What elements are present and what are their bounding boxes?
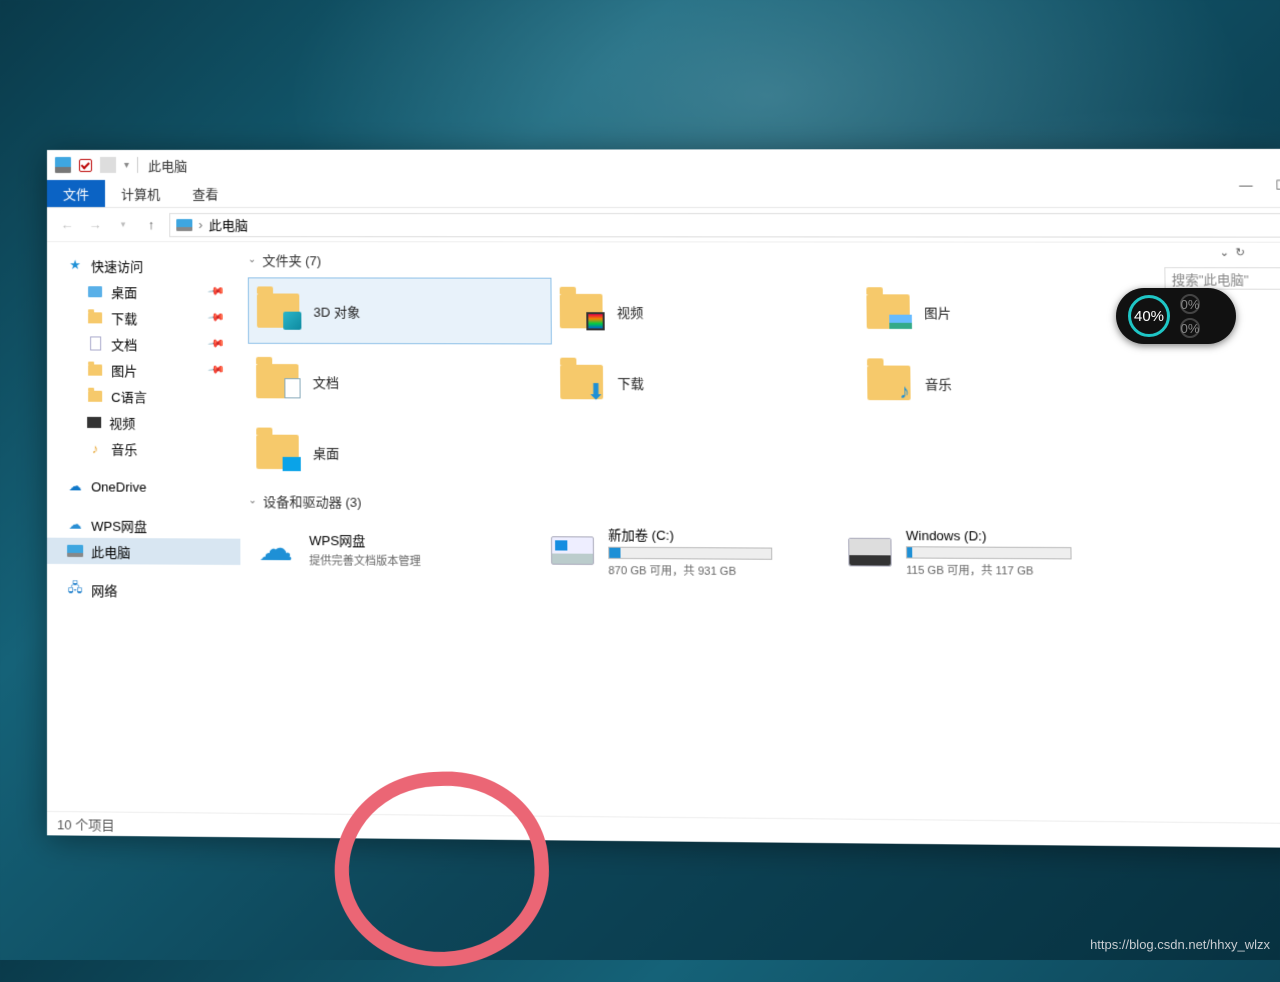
address-bar[interactable]: › 此电脑 — [169, 213, 1280, 238]
window-controls: — ☐ — [1239, 177, 1280, 193]
cloud-icon: ☁ — [257, 536, 296, 563]
pc-icon — [176, 219, 192, 231]
cloud-icon: ☁ — [67, 517, 83, 533]
new-folder-icon[interactable] — [100, 157, 116, 173]
document-icon — [284, 378, 300, 398]
drive-wps[interactable]: ☁ WPS网盘提供完善文档版本管理 — [248, 518, 543, 580]
pc-icon — [67, 545, 83, 557]
title-bar: ▾ 此电脑 — [47, 149, 1280, 180]
properties-icon[interactable] — [79, 158, 92, 171]
drive-icon — [551, 536, 594, 565]
tab-file[interactable]: 文件 — [47, 180, 105, 207]
forward-button[interactable]: → — [85, 215, 105, 235]
folder-3d-objects[interactable]: 3D 对象 — [248, 277, 552, 344]
history-dropdown-icon[interactable]: ▾ — [113, 215, 133, 235]
ribbon: 文件 计算机 查看 — [47, 179, 1280, 208]
chevron-down-icon: ⌄ — [248, 495, 257, 506]
sidebar-quick-access[interactable]: ★快速访问 — [47, 252, 240, 278]
network-icon: 🖧 — [67, 581, 83, 597]
nav-tree: ★快速访问 桌面📌 下载📌 文档📌 图片📌 C语言 视频 ♪音乐 ☁OneDri… — [47, 242, 241, 813]
folder-icon — [257, 293, 299, 327]
folder-desktop[interactable]: 桌面 — [248, 418, 553, 486]
drive-d[interactable]: Windows (D:)115 GB 可用，共 117 GB — [840, 521, 1141, 584]
sidebar-wps[interactable]: ☁WPS网盘 — [47, 511, 240, 538]
video-icon — [87, 416, 101, 427]
folder-downloads[interactable]: ⬇下载 — [552, 349, 859, 417]
gauge-sub1: 0% — [1180, 294, 1200, 314]
folder-documents[interactable]: 文档 — [248, 348, 552, 416]
gauge-sub2: 0% — [1180, 318, 1200, 338]
tab-view[interactable]: 查看 — [176, 180, 234, 207]
sidebar-pictures[interactable]: 图片📌 — [47, 356, 240, 383]
sidebar-music[interactable]: ♪音乐 — [47, 435, 240, 462]
sidebar-videos[interactable]: 视频 — [47, 409, 240, 436]
separator — [137, 157, 138, 173]
usage-bar — [608, 546, 772, 559]
folder-icon: ♪ — [867, 365, 911, 400]
picture-icon — [889, 315, 912, 329]
explorer-window: ▾ 此电脑 文件 计算机 查看 — ☐ ← → ▾ ↑ › 此电脑 ⌄ ↻ 搜索… — [47, 149, 1280, 848]
breadcrumb[interactable]: 此电脑 — [209, 215, 248, 234]
chevron-down-icon: ⌄ — [248, 254, 256, 265]
cube-icon — [283, 312, 301, 330]
maximize-button[interactable]: ☐ — [1276, 177, 1280, 193]
folder-icon: ⬇ — [560, 365, 603, 400]
pc-icon — [55, 157, 71, 173]
folder-icon — [88, 286, 102, 297]
music-icon: ♪ — [87, 440, 103, 456]
folder-icon — [88, 390, 102, 401]
item-count: 10 个项目 — [57, 814, 115, 834]
pin-icon: 📌 — [207, 282, 226, 301]
sidebar-c-lang[interactable]: C语言 — [47, 383, 240, 410]
up-button[interactable]: ↑ — [141, 215, 161, 235]
pin-icon: 📌 — [207, 334, 226, 353]
star-icon: ★ — [67, 257, 83, 273]
system-gauge-overlay[interactable]: 40% 0% 0% — [1116, 288, 1236, 344]
nav-bar: ← → ▾ ↑ › 此电脑 — [47, 208, 1280, 243]
download-arrow-icon: ⬇ — [587, 383, 605, 401]
folder-icon — [256, 435, 299, 470]
usage-bar — [906, 546, 1072, 559]
folder-videos[interactable]: 视频 — [551, 278, 858, 345]
quick-access-toolbar: ▾ — [55, 157, 138, 173]
back-button[interactable]: ← — [57, 215, 77, 235]
sidebar-documents[interactable]: 文档📌 — [47, 330, 240, 357]
sidebar-network[interactable]: 🖧网络 — [47, 576, 241, 603]
desktop-icon — [283, 457, 301, 471]
folder-icon — [866, 294, 910, 329]
pin-icon: 📌 — [207, 360, 226, 379]
cloud-icon: ☁ — [67, 478, 83, 494]
gauge-main: 40% — [1128, 295, 1170, 337]
drive-c[interactable]: 新加卷 (C:)870 GB 可用，共 931 GB — [543, 520, 841, 583]
music-note-icon: ♪ — [896, 382, 913, 402]
window-title: 此电脑 — [148, 155, 187, 174]
sidebar-this-pc[interactable]: 此电脑 — [47, 538, 240, 565]
folder-icon — [256, 364, 298, 398]
minimize-button[interactable]: — — [1239, 177, 1253, 193]
watermark: https://blog.csdn.net/hhxy_wlzx — [1090, 937, 1270, 952]
section-devices[interactable]: ⌄设备和驱动器 (3) — [240, 491, 1280, 515]
folder-icon — [560, 294, 603, 328]
sidebar-onedrive[interactable]: ☁OneDrive — [47, 473, 240, 500]
folder-icon — [88, 312, 102, 323]
pin-icon: 📌 — [207, 308, 226, 327]
sidebar-downloads[interactable]: 下载📌 — [47, 304, 240, 330]
folder-music[interactable]: ♪音乐 — [859, 349, 1170, 417]
document-icon — [90, 336, 101, 350]
film-icon — [586, 312, 604, 330]
qat-dropdown-icon[interactable]: ▾ — [124, 159, 129, 170]
chevron-right-icon: › — [198, 217, 202, 232]
section-folders[interactable]: ⌄文件夹 (7) — [240, 250, 1280, 270]
drive-icon — [848, 538, 892, 567]
folder-icon — [88, 364, 102, 375]
sidebar-desktop[interactable]: 桌面📌 — [47, 278, 240, 304]
tab-computer[interactable]: 计算机 — [105, 180, 176, 207]
